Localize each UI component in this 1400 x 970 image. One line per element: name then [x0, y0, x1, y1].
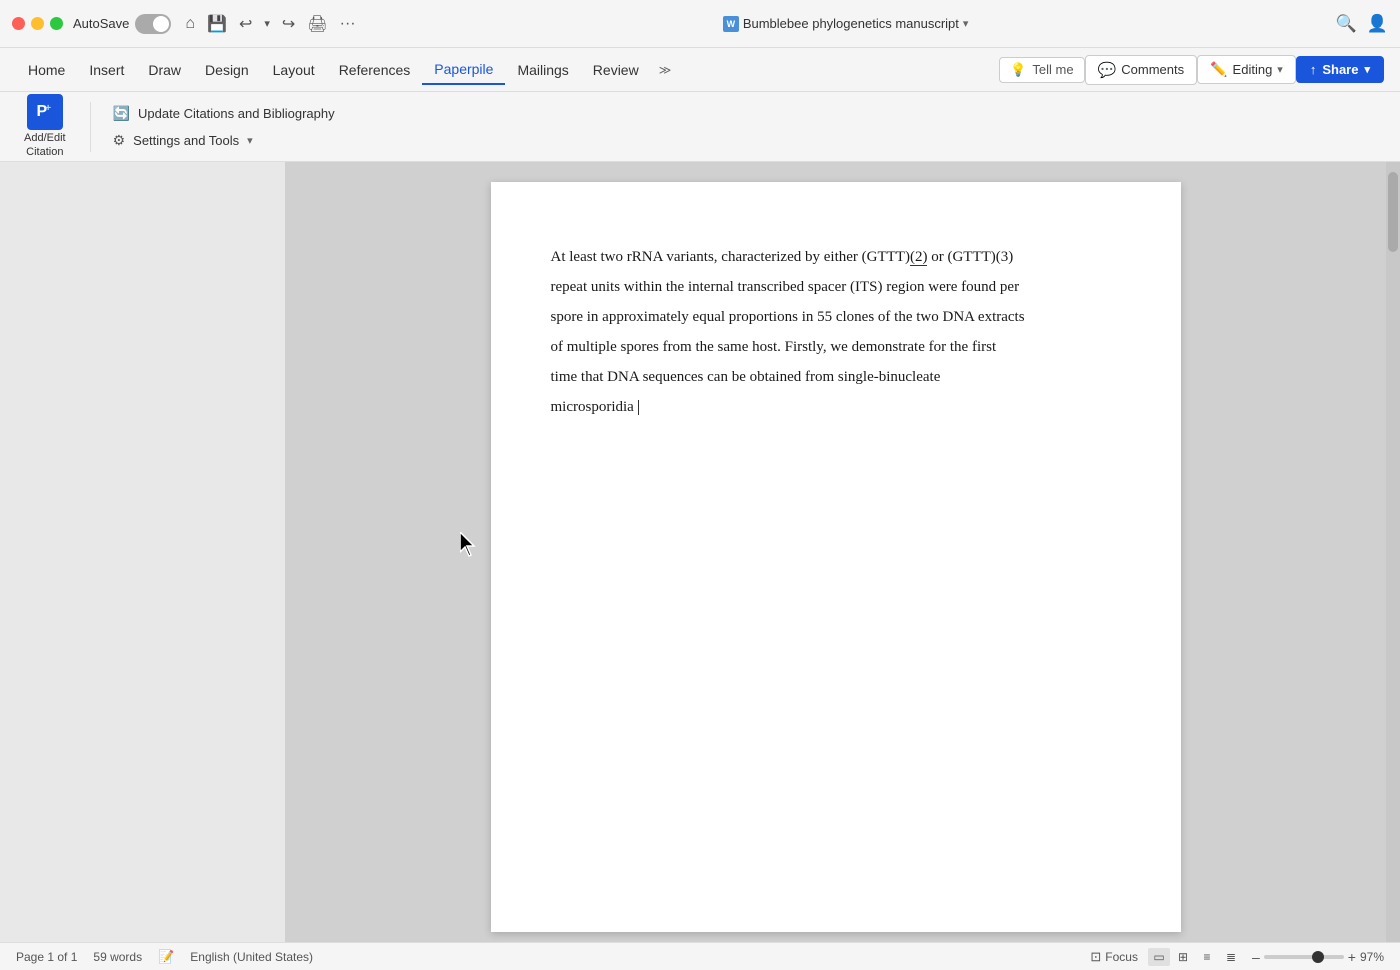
- autosave-toggle[interactable]: [135, 14, 171, 34]
- view-buttons: ▭ ⊞ ≡ ≣: [1148, 948, 1242, 966]
- menu-more-icon[interactable]: ≫: [651, 57, 680, 83]
- word-count: 59 words: [93, 950, 142, 964]
- menu-review[interactable]: Review: [581, 56, 651, 84]
- comments-icon: 💬: [1098, 61, 1117, 79]
- language-info[interactable]: English (United States): [190, 950, 313, 964]
- focus-button[interactable]: ⊡ Focus: [1090, 949, 1138, 965]
- pencil-icon: ✏️: [1210, 61, 1227, 78]
- draft-view-button[interactable]: ≣: [1220, 948, 1242, 966]
- zoom-control: – + 97%: [1252, 949, 1384, 965]
- share-button[interactable]: ↑ Share ▾: [1296, 56, 1384, 83]
- zoom-slider-thumb[interactable]: [1312, 951, 1324, 963]
- menu-bar: Home Insert Draw Design Layout Reference…: [0, 48, 1400, 92]
- status-bar-right: ⊡ Focus ▭ ⊞ ≡ ≣ – + 97%: [1090, 948, 1384, 966]
- maximize-button[interactable]: [50, 17, 63, 30]
- add-edit-citation-button[interactable]: P + Add/Edit Citation: [16, 90, 74, 162]
- print-icon[interactable]: 🖨: [307, 14, 327, 34]
- close-button[interactable]: [12, 17, 25, 30]
- proofing-icon[interactable]: 📝: [158, 949, 174, 965]
- document-title-area: W Bumblebee phylogenetics manuscript ▾: [366, 16, 1326, 32]
- search-icon[interactable]: 🔍: [1336, 14, 1357, 34]
- autosave-label: AutoSave: [73, 16, 129, 31]
- paperpile-logo: P +: [27, 94, 63, 130]
- lightbulb-icon: 💡: [1010, 62, 1026, 78]
- tell-me-label: Tell me: [1032, 62, 1073, 77]
- people-icon[interactable]: 👤: [1367, 14, 1388, 34]
- document-title-chevron[interactable]: ▾: [963, 17, 969, 30]
- settings-tools-button[interactable]: ⚙ Settings and Tools ▾: [107, 130, 341, 151]
- text-cursor: [638, 400, 639, 415]
- main-area: At least two rRNA variants, characterize…: [0, 162, 1400, 942]
- menu-design[interactable]: Design: [193, 56, 261, 84]
- zoom-out-button[interactable]: –: [1252, 949, 1260, 965]
- doc-paragraph-4: of multiple spores from the same host. F…: [551, 332, 1121, 362]
- zoom-level: 97%: [1360, 950, 1384, 964]
- editing-button[interactable]: ✏️ Editing ▾: [1197, 55, 1296, 84]
- title-bar: AutoSave ⌂ 💾 ↩ ▾ ↪ 🖨 ··· W Bumblebee phy…: [0, 0, 1400, 48]
- traffic-lights: [12, 17, 63, 30]
- focus-icon: ⊡: [1090, 949, 1101, 965]
- undo-icon[interactable]: ↩: [239, 14, 252, 34]
- save-icon[interactable]: 💾: [207, 14, 227, 34]
- share-icon: ↑: [1310, 62, 1317, 77]
- status-bar: Page 1 of 1 59 words 📝 English (United S…: [0, 942, 1400, 970]
- zoom-in-button[interactable]: +: [1348, 949, 1356, 965]
- menu-home[interactable]: Home: [16, 56, 77, 84]
- share-label: Share: [1322, 62, 1358, 77]
- update-citations-button[interactable]: 🔄 Update Citations and Bibliography: [107, 103, 341, 124]
- citation-2: (2): [910, 249, 928, 266]
- doc-icon: W: [723, 16, 739, 32]
- menu-draw[interactable]: Draw: [136, 56, 193, 84]
- tell-me-button[interactable]: 💡 Tell me: [999, 57, 1084, 83]
- add-citation-label: Add/Edit Citation: [24, 132, 66, 158]
- mouse-cursor: [460, 532, 480, 563]
- ribbon-actions: 🔄 Update Citations and Bibliography ⚙ Se…: [107, 103, 341, 151]
- ribbon-divider: [90, 102, 91, 152]
- share-chevron-icon: ▾: [1364, 63, 1370, 76]
- more-icon[interactable]: ···: [340, 15, 356, 33]
- undo-dropdown-icon[interactable]: ▾: [264, 17, 270, 30]
- doc-paragraph-2: repeat units within the internal transcr…: [551, 272, 1121, 302]
- titlebar-icons: ⌂ 💾 ↩ ▾ ↪ 🖨 ···: [185, 14, 355, 34]
- document-page[interactable]: At least two rRNA variants, characterize…: [491, 182, 1181, 932]
- editing-label: Editing: [1233, 62, 1273, 77]
- menu-insert[interactable]: Insert: [77, 56, 136, 84]
- comments-label: Comments: [1121, 62, 1184, 77]
- menu-paperpile[interactable]: Paperpile: [422, 55, 505, 85]
- zoom-slider[interactable]: [1264, 955, 1344, 959]
- update-citations-label: Update Citations and Bibliography: [138, 106, 335, 121]
- gear-icon: ⚙: [113, 132, 126, 149]
- document-area[interactable]: At least two rRNA variants, characterize…: [285, 162, 1386, 942]
- doc-paragraph-5: time that DNA sequences can be obtained …: [551, 362, 1121, 392]
- comments-button[interactable]: 💬 Comments: [1085, 55, 1198, 85]
- ribbon: P + Add/Edit Citation 🔄 Update Citations…: [0, 92, 1400, 162]
- refresh-icon: 🔄: [113, 105, 130, 122]
- page-info: Page 1 of 1: [16, 950, 77, 964]
- sidebar: [0, 162, 285, 942]
- document-text[interactable]: At least two rRNA variants, characterize…: [551, 242, 1121, 422]
- title-bar-right: 🔍 👤: [1336, 14, 1388, 34]
- doc-paragraph: At least two rRNA variants, characterize…: [551, 242, 1121, 272]
- editing-chevron-icon: ▾: [1277, 63, 1283, 76]
- focus-label: Focus: [1105, 950, 1138, 964]
- scrollbar[interactable]: [1386, 162, 1400, 942]
- outline-view-button[interactable]: ≡: [1196, 948, 1218, 966]
- page-view-button[interactable]: ▭: [1148, 948, 1170, 966]
- menu-references[interactable]: References: [327, 56, 423, 84]
- menu-layout[interactable]: Layout: [261, 56, 327, 84]
- autosave-group: AutoSave: [73, 14, 171, 34]
- settings-tools-label: Settings and Tools: [133, 133, 239, 148]
- web-view-button[interactable]: ⊞: [1172, 948, 1194, 966]
- document-title[interactable]: Bumblebee phylogenetics manuscript: [743, 16, 959, 31]
- minimize-button[interactable]: [31, 17, 44, 30]
- settings-chevron-icon: ▾: [247, 134, 253, 147]
- scrollbar-thumb[interactable]: [1388, 172, 1398, 252]
- doc-paragraph-6: microsporidia: [551, 392, 1121, 422]
- home-icon[interactable]: ⌂: [185, 15, 195, 33]
- menu-mailings[interactable]: Mailings: [505, 56, 580, 84]
- doc-paragraph-3: spore in approximately equal proportions…: [551, 302, 1121, 332]
- redo-icon[interactable]: ↪: [282, 14, 295, 34]
